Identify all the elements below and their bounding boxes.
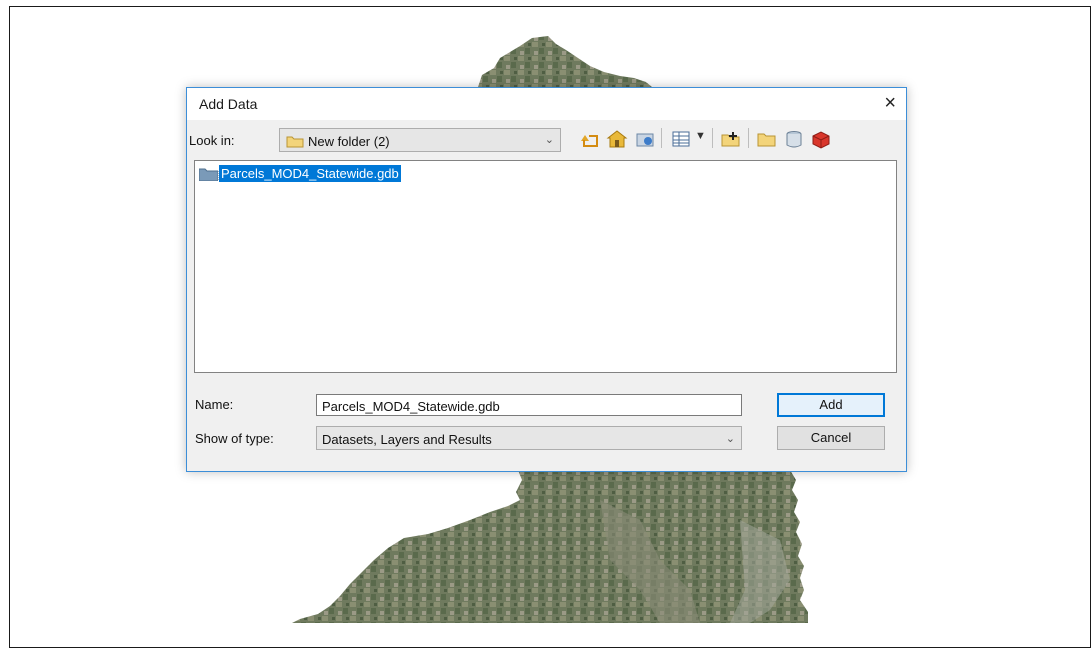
dialog-title: Add Data: [199, 96, 258, 112]
toolbox-icon[interactable]: [810, 128, 832, 150]
view-options-icon[interactable]: [670, 128, 692, 150]
file-list[interactable]: Parcels_MOD4_Statewide.gdb: [194, 160, 897, 373]
up-one-level-icon[interactable]: [578, 128, 600, 150]
add-button[interactable]: Add: [777, 393, 885, 417]
geodatabase-folder-icon: [199, 168, 219, 181]
name-input[interactable]: Parcels_MOD4_Statewide.gdb: [316, 394, 742, 416]
look-in-label: Look in:: [189, 133, 235, 148]
show-of-type-value: Datasets, Layers and Results: [322, 432, 492, 447]
add-data-dialog: Add Data × Look in: New folder (2) ⌄ ▼ P…: [186, 87, 907, 472]
toolbar-separator: [748, 128, 749, 148]
toolbar-separator: [661, 128, 662, 148]
folder-icon[interactable]: [756, 128, 778, 150]
list-item-name: Parcels_MOD4_Statewide.gdb: [218, 164, 402, 183]
show-of-type-label: Show of type:: [195, 431, 274, 446]
chevron-down-icon: ⌄: [725, 433, 735, 445]
database-icon[interactable]: [783, 128, 805, 150]
show-of-type-dropdown[interactable]: Datasets, Layers and Results ⌄: [316, 426, 742, 450]
connect-folder-icon[interactable]: [634, 128, 656, 150]
close-icon[interactable]: ×: [884, 92, 896, 114]
view-dropdown-chevron-icon[interactable]: ▼: [695, 130, 706, 142]
dialog-titlebar: Add Data ×: [187, 88, 906, 120]
look-in-value: New folder (2): [308, 134, 390, 149]
new-folder-icon[interactable]: [720, 128, 742, 150]
toolbar-separator: [712, 128, 713, 148]
chevron-down-icon: ⌄: [544, 134, 554, 146]
folder-icon: [286, 136, 304, 148]
look-in-dropdown[interactable]: New folder (2) ⌄: [279, 128, 561, 152]
name-label: Name:: [195, 397, 234, 412]
home-icon[interactable]: [606, 128, 628, 150]
cancel-button[interactable]: Cancel: [777, 426, 885, 450]
